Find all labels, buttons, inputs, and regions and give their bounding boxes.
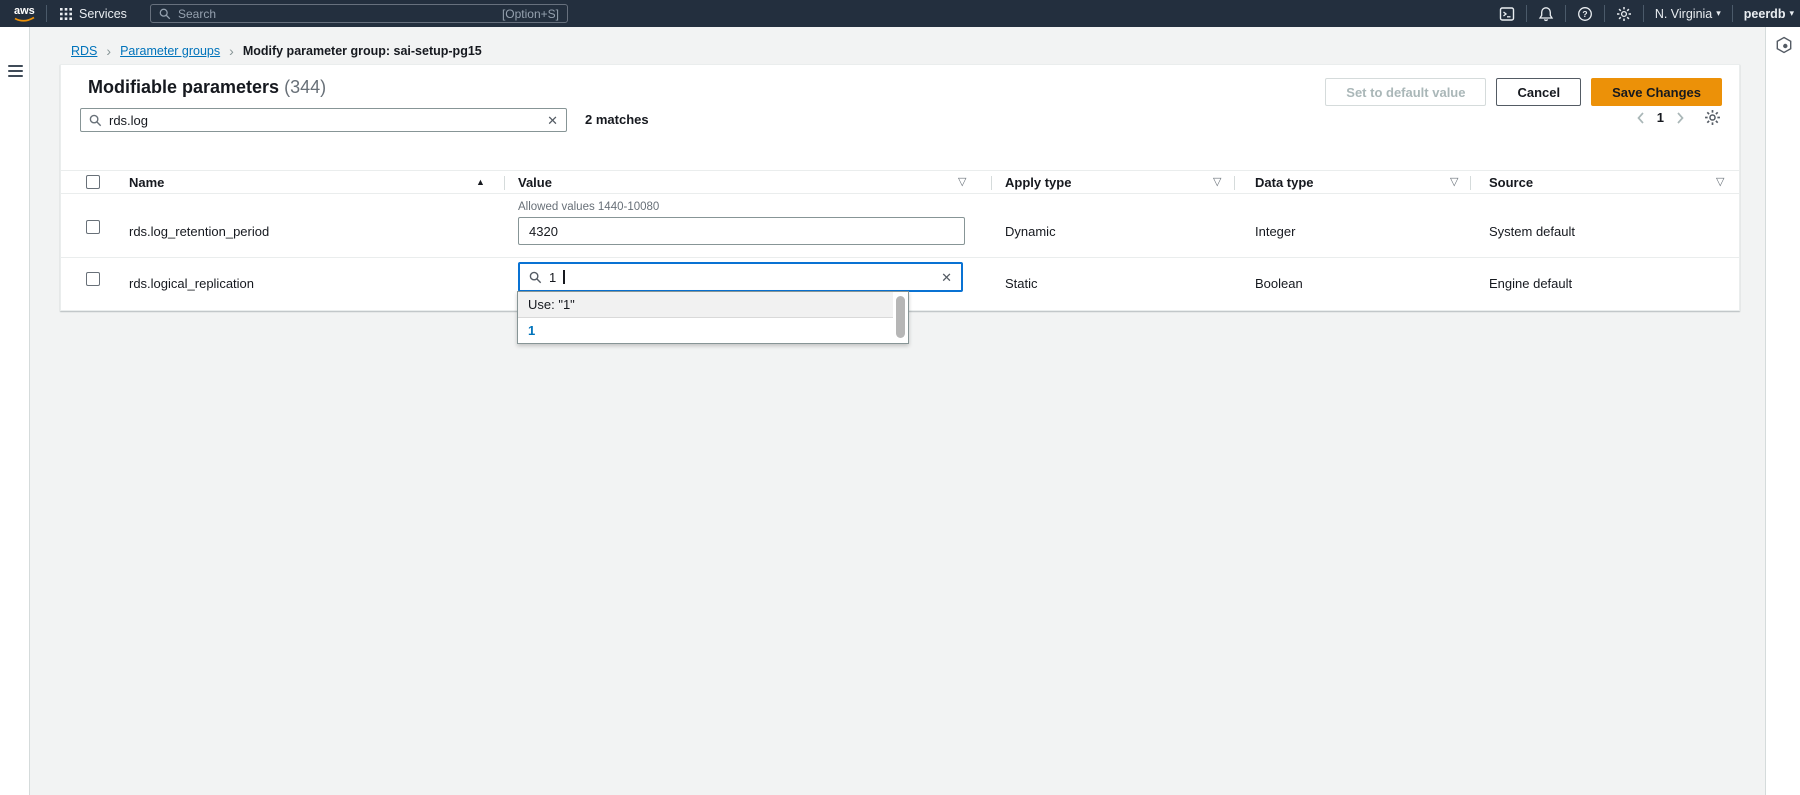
source-filter-icon[interactable]: ▽ — [1716, 175, 1724, 188]
next-page-icon[interactable] — [1676, 112, 1684, 124]
set-to-default-button[interactable]: Set to default value — [1325, 78, 1486, 106]
topbar-divider — [1565, 5, 1566, 22]
services-label: Services — [79, 7, 127, 21]
table-row: rds.log_retention_period Allowed values … — [61, 194, 1739, 258]
topbar-divider — [1604, 5, 1605, 22]
column-divider — [504, 176, 505, 190]
left-nav-rail — [0, 27, 30, 795]
parameter-count: (344) — [284, 77, 326, 97]
column-header-apply-type[interactable]: Apply type — [1005, 175, 1071, 190]
column-header-source[interactable]: Source — [1489, 175, 1533, 190]
column-header-value[interactable]: Value — [518, 175, 552, 190]
filter-value: rds.log — [109, 113, 540, 128]
value-input[interactable]: 4320 — [518, 217, 965, 245]
row-checkbox[interactable] — [86, 220, 100, 234]
apply-type-cell: Static — [1005, 276, 1038, 291]
match-count: 2 matches — [585, 112, 649, 127]
column-divider — [991, 176, 992, 190]
modifiable-parameters-card: Modifiable parameters (344) Set to defau… — [60, 64, 1740, 311]
page-title-text: Modifiable parameters — [88, 77, 279, 97]
account-menu[interactable]: peerdb ▾ — [1744, 7, 1794, 21]
allowed-values-hint: Allowed values 1440-10080 — [518, 201, 659, 213]
top-navigation-bar: aws Services Search [Option+S] — [0, 0, 1800, 27]
svg-text:?: ? — [1582, 9, 1587, 19]
topbar-divider — [1643, 5, 1644, 22]
use-freetext-option[interactable]: Use: "1" — [518, 292, 893, 318]
global-search-placeholder: Search — [178, 7, 495, 21]
search-shortcut-hint: [Option+S] — [502, 7, 559, 21]
table-header-row: Name ▲ Value ▽ Apply type ▽ Data type ▽ … — [61, 170, 1739, 194]
previous-page-icon[interactable] — [1637, 112, 1645, 124]
dropdown-scrollbar[interactable] — [896, 296, 905, 338]
row-checkbox[interactable] — [86, 272, 100, 286]
app-grid-icon — [60, 8, 72, 20]
clear-filter-icon[interactable]: ✕ — [547, 114, 558, 127]
column-divider — [1234, 176, 1235, 190]
column-header-data-type[interactable]: Data type — [1255, 175, 1314, 190]
region-selector[interactable]: N. Virginia ▾ — [1655, 7, 1721, 21]
save-changes-button[interactable]: Save Changes — [1591, 78, 1722, 106]
help-icon[interactable]: ? — [1577, 6, 1593, 22]
breadcrumb-current: Modify parameter group: sai-setup-pg15 — [243, 44, 482, 58]
search-icon — [159, 8, 171, 20]
value-filter-icon[interactable]: ▽ — [958, 175, 966, 188]
breadcrumb-rds-link[interactable]: RDS — [71, 44, 97, 58]
cloudshell-icon[interactable] — [1499, 6, 1515, 22]
notifications-bell-icon[interactable] — [1538, 6, 1554, 22]
select-all-checkbox[interactable] — [86, 175, 100, 189]
suggestion-option[interactable]: 1 — [518, 318, 893, 343]
current-page-number[interactable]: 1 — [1657, 110, 1664, 125]
value-input-text: 4320 — [529, 224, 558, 239]
data-type-cell: Boolean — [1255, 276, 1303, 291]
search-icon — [529, 271, 542, 284]
combobox-query-text: 1 — [549, 270, 556, 285]
apply-type-filter-icon[interactable]: ▽ — [1213, 175, 1221, 188]
aws-logo-text: aws — [14, 5, 35, 17]
data-type-cell: Integer — [1255, 224, 1295, 239]
column-divider — [1470, 176, 1471, 190]
breadcrumb-parameter-groups-link[interactable]: Parameter groups — [120, 44, 220, 58]
column-header-name[interactable]: Name — [129, 175, 164, 190]
account-label: peerdb — [1744, 7, 1786, 21]
parameter-filter-input[interactable]: rds.log ✕ — [80, 108, 567, 132]
menu-hamburger-icon[interactable] — [8, 65, 23, 80]
clear-combobox-icon[interactable]: ✕ — [941, 271, 952, 284]
text-cursor — [563, 270, 565, 284]
cancel-button[interactable]: Cancel — [1496, 78, 1581, 106]
apply-type-cell: Dynamic — [1005, 224, 1056, 239]
topbar-divider — [1732, 5, 1733, 22]
region-label: N. Virginia — [1655, 7, 1712, 21]
chevron-down-icon: ▾ — [1716, 8, 1721, 19]
chevron-down-icon: ▾ — [1789, 8, 1794, 19]
search-icon — [89, 114, 102, 127]
chevron-right-icon: › — [106, 44, 111, 58]
topbar-divider — [1526, 5, 1527, 22]
source-cell: System default — [1489, 224, 1575, 239]
data-type-filter-icon[interactable]: ▽ — [1450, 175, 1458, 188]
services-menu[interactable]: Services — [60, 0, 127, 27]
breadcrumb: RDS › Parameter groups › Modify paramete… — [71, 44, 482, 58]
side-panel-hexagon-icon[interactable] — [1775, 36, 1793, 54]
value-search-combobox[interactable]: 1 ✕ — [518, 262, 963, 292]
page-title: Modifiable parameters (344) — [88, 77, 326, 98]
value-suggestions-dropdown: Use: "1" 1 — [517, 291, 909, 344]
parameter-name: rds.logical_replication — [129, 276, 254, 291]
source-cell: Engine default — [1489, 276, 1572, 291]
global-search-input[interactable]: Search [Option+S] — [150, 4, 568, 23]
chevron-right-icon: › — [229, 44, 234, 58]
aws-logo[interactable]: aws — [11, 3, 38, 24]
right-tools-rail — [1765, 27, 1800, 795]
sort-ascending-icon[interactable]: ▲ — [476, 177, 485, 187]
topbar-divider — [46, 5, 47, 22]
parameter-name: rds.log_retention_period — [129, 224, 269, 239]
table-preferences-gear-icon[interactable] — [1704, 109, 1721, 126]
settings-gear-icon[interactable] — [1616, 6, 1632, 22]
